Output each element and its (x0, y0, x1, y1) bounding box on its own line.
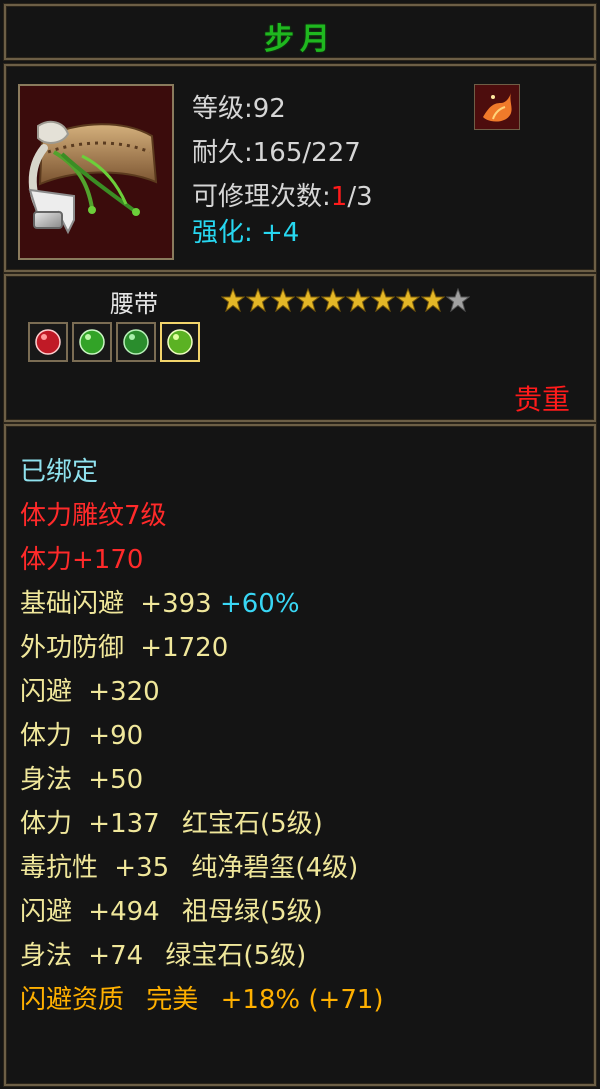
agility-value: +50 (88, 765, 144, 795)
poison-value: +35 (114, 853, 170, 883)
base-dodge-label: 基础闪避 (20, 589, 125, 619)
bound-status: 已绑定 (20, 457, 99, 487)
gem-agility-value: +74 (88, 941, 144, 971)
stamina-label: 体力 (20, 721, 73, 751)
gem-slots (28, 322, 200, 362)
base-dodge-value: +393 (140, 589, 212, 619)
gem-dodge-label: 闪避 (20, 897, 73, 927)
peridot-gem-icon (160, 322, 200, 362)
poison-gem: 纯净碧玺(4级) (191, 853, 359, 883)
item-stats-panel: 已绑定 体力雕纹7级 体力+170 基础闪避 +393 +60% 外功防御 +1… (4, 424, 596, 1086)
gem-agility-label: 身法 (20, 941, 73, 971)
item-durability: 耐久:165/227 (192, 138, 361, 168)
phoenix-icon (474, 84, 520, 130)
stamina-value: +90 (88, 721, 144, 751)
item-type: 腰带 (110, 290, 158, 318)
dodge-value: +320 (88, 677, 160, 707)
item-summary-panel: 等级:92 耐久:165/227 可修理次数:1/3 强化: +4 (4, 64, 596, 272)
poison-line: 毒抗性 +35 纯净碧玺(4级) (20, 846, 580, 890)
repair-total: /3 (347, 182, 373, 212)
agility-label: 身法 (20, 765, 73, 795)
star-rating (220, 286, 470, 314)
repair-label: 可修理次数: (192, 182, 331, 212)
star-icon (295, 286, 320, 314)
aptitude-bonus: +18% (+71) (220, 985, 384, 1015)
base-dodge-line: 基础闪避 +393 +60% (20, 582, 580, 626)
repair-used: 1 (330, 182, 348, 212)
item-enhance: 强化: +4 (192, 218, 300, 248)
stamina-line: 体力 +90 (20, 714, 580, 758)
dodge-label: 闪避 (20, 677, 73, 707)
star-icon (395, 286, 420, 314)
item-level: 等级:92 (192, 94, 286, 124)
base-dodge-extra: +60% (219, 589, 300, 619)
gem-agility-name: 绿宝石(5级) (165, 941, 307, 971)
ruby-gem-icon (28, 322, 68, 362)
gem-stamina-label: 体力 (20, 809, 73, 839)
dodge-line: 闪避 +320 (20, 670, 580, 714)
gem-agility-line: 身法 +74 绿宝石(5级) (20, 934, 580, 978)
star-icon (220, 286, 245, 314)
gem-stamina-name: 红宝石(5级) (181, 809, 323, 839)
title-bar: 步月 (4, 4, 596, 60)
item-tooltip: 步月 等级:92 耐久:165/227 可修理次数:1/3 强化: +4 腰带 … (0, 0, 600, 1089)
aptitude-grade: 完美 (146, 985, 199, 1015)
aptitude-label: 闪避资质 (20, 985, 125, 1015)
item-quality: 贵重 (513, 383, 570, 416)
jade-gem-icon (116, 322, 156, 362)
gem-stamina-value: +137 (88, 809, 160, 839)
stats-list: 已绑定 体力雕纹7级 体力+170 基础闪避 +393 +60% 外功防御 +1… (20, 450, 580, 1022)
external-defense-label: 外功防御 (20, 633, 125, 663)
emerald-gem-icon (72, 322, 112, 362)
item-name: 步月 (264, 22, 336, 57)
gem-dodge-name: 祖母绿(5级) (181, 897, 323, 927)
star-icon (370, 286, 395, 314)
star-icon (420, 286, 445, 314)
gem-dodge-value: +494 (88, 897, 160, 927)
item-repair-count: 可修理次数:1/3 (192, 176, 373, 213)
gem-stamina-line: 体力 +137 红宝石(5级) (20, 802, 580, 846)
external-defense-line: 外功防御 +1720 (20, 626, 580, 670)
item-meta-panel: 腰带 贵重 (4, 274, 596, 422)
engrave-bonus-line: 体力+170 (20, 545, 144, 575)
star-icon (245, 286, 270, 314)
star-icon (445, 286, 470, 314)
star-icon (345, 286, 370, 314)
gem-dodge-line: 闪避 +494 祖母绿(5级) (20, 890, 580, 934)
external-defense-value: +1720 (140, 633, 229, 663)
belt-icon (18, 84, 174, 260)
poison-label: 毒抗性 (20, 853, 99, 883)
engrave-line: 体力雕纹7级 (20, 501, 167, 531)
agility-line: 身法 +50 (20, 758, 580, 802)
aptitude-line: 闪避资质 完美 +18% (+71) (20, 978, 580, 1022)
star-icon (320, 286, 345, 314)
star-icon (270, 286, 295, 314)
